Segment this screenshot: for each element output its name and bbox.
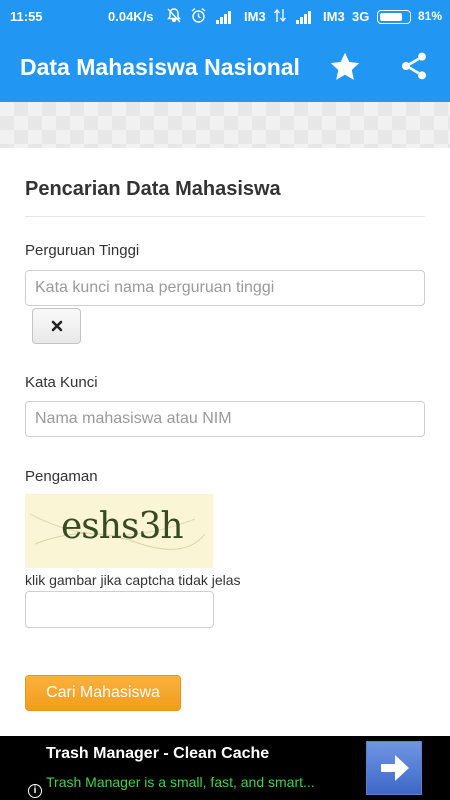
kata-kunci-input[interactable] [25,401,425,437]
pengaman-label: Pengaman [25,468,98,485]
share-icon[interactable] [398,50,430,87]
form-heading: Pencarian Data Mahasiswa [25,178,281,200]
perguruan-tinggi-input[interactable] [25,270,425,306]
page-title: Data Mahasiswa Nasional [20,54,300,80]
signal-icon [216,9,232,24]
status-speed: 0.04K/s [108,9,154,24]
info-icon[interactable]: i [28,784,42,798]
captcha-image[interactable]: eshs3h [25,494,213,568]
battery-icon [377,10,411,24]
ad-open-button[interactable] [366,741,422,795]
battery-percent: 81% [418,9,443,23]
status-bar: 11:55 0.04K/s IM3 IM3 3G 81% [0,0,450,34]
status-time: 11:55 [10,9,43,24]
star-icon[interactable] [327,49,363,90]
kata-kunci-label: Kata Kunci [25,374,98,391]
cari-mahasiswa-button[interactable]: Cari Mahasiswa [25,675,181,711]
search-form: Pencarian Data Mahasiswa Perguruan Tingg… [0,148,450,736]
data-activity-icon [273,7,287,27]
clear-perguruan-button[interactable] [32,308,81,344]
pattern-band [0,102,450,148]
heading-divider [25,216,425,217]
signal-icon-2 [296,9,312,24]
alarm-icon [190,7,207,27]
ad-banner[interactable]: i Trash Manager - Clean Cache Trash Mana… [0,736,450,800]
mute-icon [166,7,182,27]
arrow-right-icon [367,755,421,798]
carrier-1-label: IM3 [244,9,266,24]
ad-title[interactable]: Trash Manager - Clean Cache [46,745,269,763]
perguruan-tinggi-label: Perguruan Tinggi [25,242,140,259]
ad-description[interactable]: Trash Manager is a small, fast, and smar… [46,774,336,790]
carrier-2-label: IM3 [323,9,345,24]
close-icon [51,317,63,334]
captcha-input[interactable] [25,591,214,628]
network-type-label: 3G [352,9,370,24]
captcha-hint: klik gambar jika captcha tidak jelas [25,572,241,588]
app-bar: Data Mahasiswa Nasional [0,34,450,102]
captcha-text: eshs3h [61,506,184,547]
